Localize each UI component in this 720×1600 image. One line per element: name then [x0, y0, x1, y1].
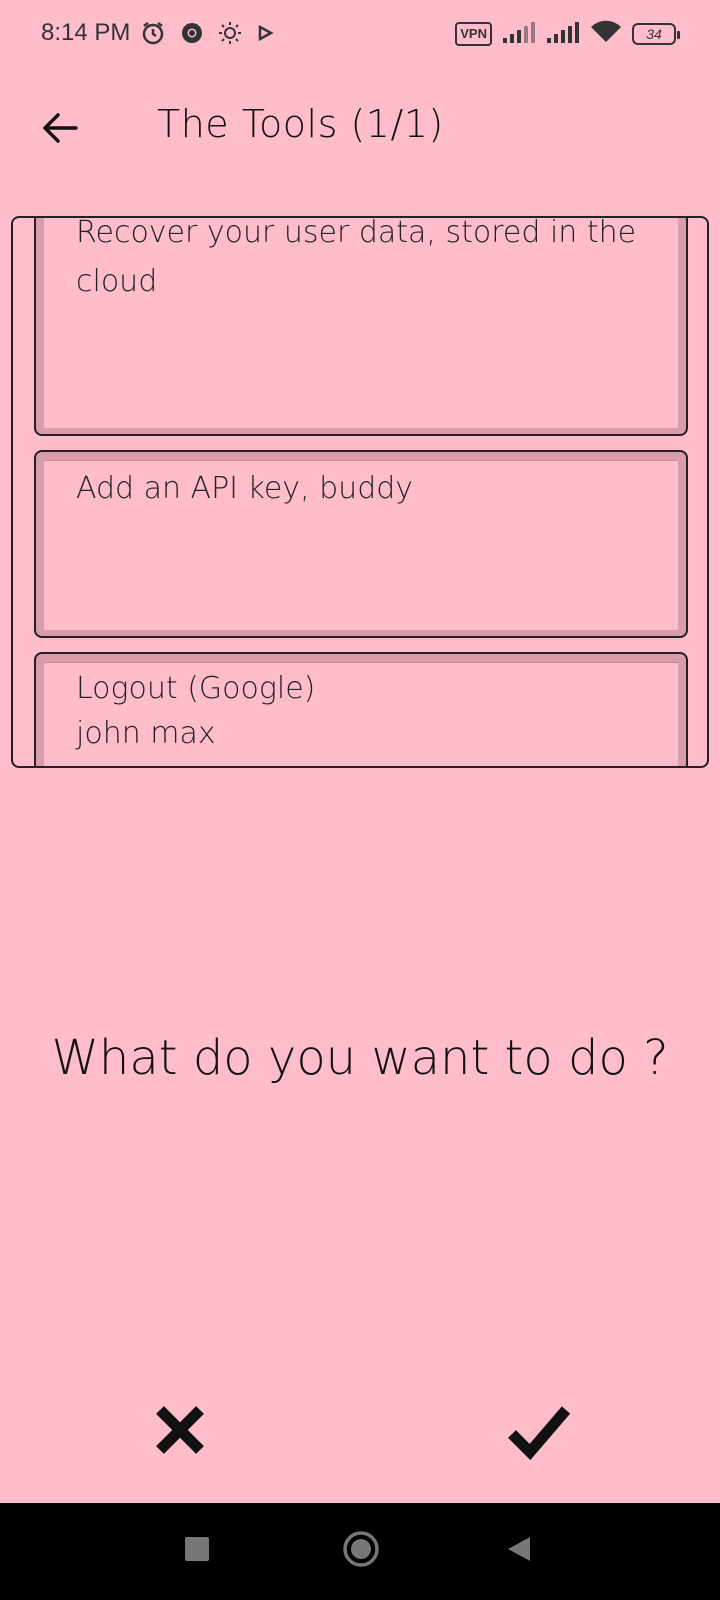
tools-list[interactable]: Recover your user data, stored in the cl… — [11, 216, 709, 768]
alarm-icon — [140, 20, 166, 50]
signal-icon — [502, 21, 536, 47]
app-bar: The Tools (1/1) — [0, 90, 720, 170]
page-title: The Tools (1/1) — [157, 102, 444, 146]
back-button[interactable] — [38, 108, 82, 152]
prompt-text: What do you want to do ? — [51, 1030, 669, 1086]
vpn-badge: VPN — [455, 22, 492, 46]
signal-icon — [546, 21, 580, 47]
play-icon — [256, 24, 274, 46]
tool-item-label: Recover your user data, stored in the cl… — [76, 216, 637, 299]
confirm-button[interactable] — [508, 1400, 572, 1461]
status-bar: 8:14 PM VPN 34 — [0, 0, 720, 70]
check-icon — [508, 1406, 572, 1464]
home-button[interactable] — [342, 1530, 380, 1572]
status-time: 8:14 PM — [41, 19, 131, 46]
tool-item-add-api-key[interactable]: Add an API key, buddy — [34, 450, 688, 638]
tool-item-logout-google[interactable]: Logout (Google) john max — [34, 652, 688, 766]
tool-item-label: Logout (Google) john max — [76, 671, 316, 751]
status-left-icons — [140, 20, 274, 50]
close-icon — [150, 1406, 210, 1464]
arrow-left-icon — [42, 112, 78, 148]
nav-back-button[interactable] — [506, 1535, 532, 1567]
back-triangle-icon — [506, 1537, 532, 1567]
battery-icon: 34 — [632, 23, 680, 45]
recents-button[interactable] — [184, 1536, 210, 1566]
cancel-button[interactable] — [150, 1400, 210, 1460]
wifi-icon — [590, 20, 622, 48]
home-icon — [342, 1531, 380, 1572]
chrome-icon — [180, 21, 204, 49]
tool-item-label: Add an API key, buddy — [76, 471, 414, 506]
brightness-icon — [218, 21, 242, 49]
tool-item-recover-data[interactable]: Recover your user data, stored in the cl… — [34, 216, 688, 436]
status-right-icons: VPN 34 — [455, 20, 680, 48]
recents-icon — [184, 1537, 210, 1566]
system-nav-bar — [0, 1503, 720, 1600]
